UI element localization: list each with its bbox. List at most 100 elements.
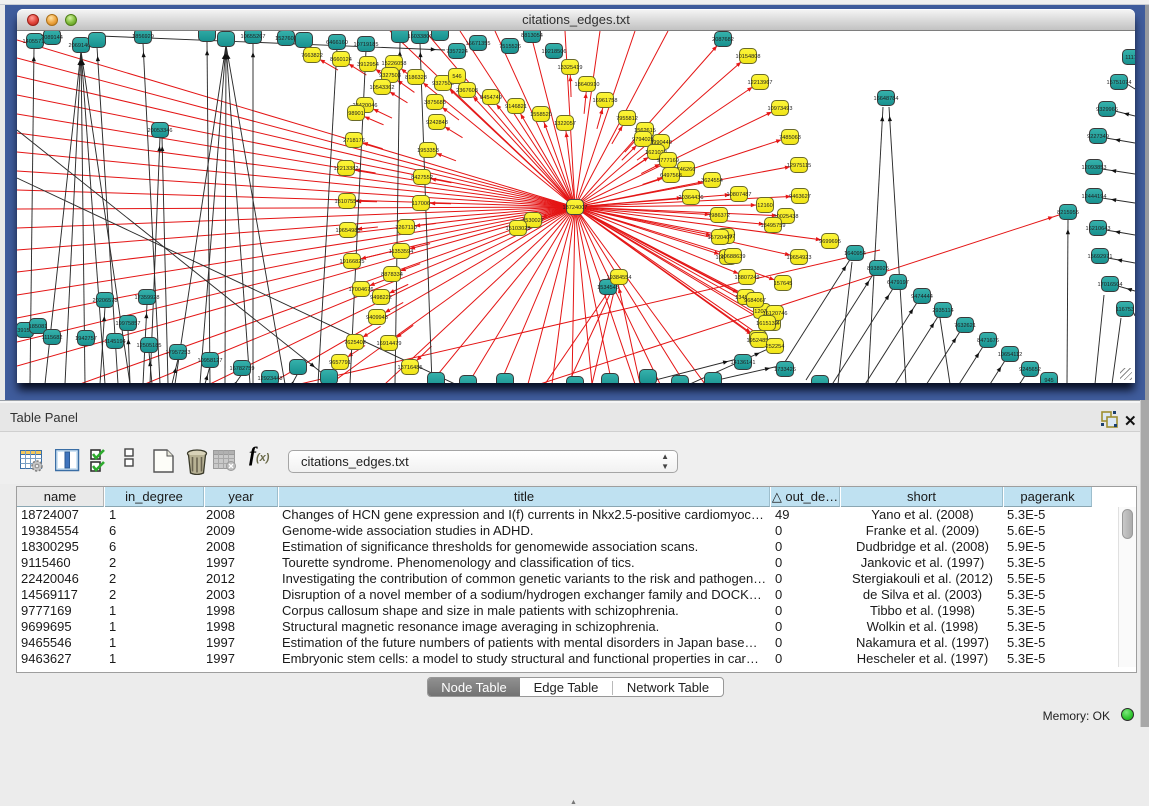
svg-text:17016504: 17016504 [1098,282,1123,288]
svg-text:19975857: 19975857 [116,321,141,327]
svg-text:2718176: 2718176 [343,138,365,144]
svg-text:17004676: 17004676 [349,287,374,293]
svg-text:9146821: 9146821 [505,104,527,110]
svg-text:3912954: 3912954 [357,62,379,68]
svg-text:7515526: 7515526 [499,44,521,50]
svg-text:8454749: 8454749 [480,95,502,101]
svg-text:1145194: 1145194 [104,339,125,345]
svg-text:6479197: 6479197 [887,280,909,286]
svg-text:15720407: 15720407 [708,235,733,241]
svg-text:12160: 12160 [757,203,773,209]
svg-text:1953353: 1953353 [417,148,439,154]
svg-text:8215955: 8215955 [1057,210,1079,216]
svg-text:9498222: 9498222 [370,295,392,301]
svg-text:20053346: 20053346 [148,128,173,134]
svg-text:20364436: 20364436 [679,195,704,201]
svg-text:9409948: 9409948 [366,315,388,321]
svg-text:12444194: 12444194 [1082,194,1107,200]
svg-text:9327503: 9327503 [379,73,401,79]
svg-text:8660124: 8660124 [330,57,352,63]
svg-text:19218506: 19218506 [542,49,567,55]
svg-text:10654112: 10654112 [998,352,1022,358]
svg-text:19166825: 19166825 [340,259,365,265]
svg-text:16210643: 16210643 [1086,226,1111,232]
svg-text:9245652: 9245652 [1019,367,1041,373]
svg-text:13716485: 13716485 [398,365,423,371]
svg-text:8878334: 8878334 [381,272,403,278]
svg-text:7485063: 7485063 [779,135,801,141]
svg-text:2087682: 2087682 [712,37,734,43]
svg-text:17957253: 17957253 [166,350,191,356]
svg-text:14136141: 14136141 [731,360,756,366]
svg-text:18807249: 18807249 [735,275,760,281]
svg-text:3875685: 3875685 [424,100,446,106]
svg-text:10807487: 10807487 [727,192,752,198]
svg-text:10973493: 10973493 [768,106,793,112]
svg-text:546: 546 [452,74,461,80]
svg-text:16782759: 16782759 [230,366,255,372]
svg-text:10958127: 10958127 [198,358,223,364]
svg-text:12093853: 12093853 [1082,165,1107,171]
svg-text:9684067: 9684067 [744,298,766,304]
svg-text:157645: 157645 [774,281,793,287]
svg-text:9699695: 9699695 [819,239,841,245]
svg-text:9463627: 9463627 [789,194,811,200]
svg-text:1322057: 1322057 [554,121,576,127]
svg-text:3267110: 3267110 [395,225,416,231]
svg-text:185081: 185081 [29,324,48,330]
svg-text:8813054: 8813054 [521,33,543,39]
svg-text:10543362: 10543362 [370,85,395,91]
svg-text:16671355: 16671355 [466,41,491,47]
svg-text:1117: 1117 [1125,55,1135,61]
svg-text:1115682: 1115682 [42,335,63,341]
svg-text:117006: 117006 [412,201,430,207]
svg-text:12213382: 12213382 [334,166,359,172]
svg-text:18107554: 18107554 [335,199,360,205]
svg-text:17359928: 17359928 [135,295,160,301]
svg-text:9329966: 9329966 [1096,107,1118,113]
svg-text:13325419: 13325419 [558,65,583,71]
svg-text:10655267: 10655267 [241,34,266,40]
svg-text:1527602: 1527602 [275,36,297,42]
svg-text:19654923: 19654923 [787,255,812,261]
svg-text:9227349: 9227349 [1087,134,1109,140]
svg-text:8471676: 8471676 [977,338,999,344]
svg-text:1534545: 1534545 [597,285,619,291]
svg-text:98901: 98901 [348,111,364,117]
svg-text:7663822: 7663822 [301,53,323,59]
svg-text:15103028: 15103028 [506,226,531,232]
svg-text:2089144: 2089144 [41,35,63,41]
svg-text:116753: 116753 [1116,307,1134,313]
svg-text:1558520: 1558520 [530,112,552,118]
svg-text:8427552: 8427552 [411,175,433,181]
svg-text:7632621: 7632621 [954,323,976,329]
svg-text:7955812: 7955812 [616,116,638,122]
svg-text:1856929: 1856929 [132,34,154,40]
svg-text:7357224: 7357224 [446,49,468,55]
svg-text:16961758: 16961758 [593,98,618,104]
svg-text:2935114: 2935114 [932,308,953,314]
svg-text:19654985: 19654985 [336,228,361,234]
svg-text:12975115: 12975115 [787,163,811,169]
svg-text:8938925: 8938925 [867,266,889,272]
svg-text:18724007: 18724007 [563,205,588,211]
svg-text:16033809: 16033809 [408,34,433,40]
svg-text:1615132: 1615132 [756,321,778,327]
svg-text:12923448: 12923448 [258,376,283,382]
svg-text:7986372: 7986372 [708,213,730,219]
svg-text:18640910: 18640910 [575,82,600,88]
svg-text:1942757: 1942757 [75,336,97,342]
svg-text:16914479: 16914479 [377,341,402,347]
svg-text:10719185: 10719185 [354,42,379,48]
svg-text:9794028: 9794028 [632,137,654,143]
svg-text:945: 945 [1044,378,1053,383]
svg-text:20206578: 20206578 [93,298,118,304]
svg-text:15692971: 15692971 [1088,254,1113,260]
svg-text:15226058: 15226058 [382,61,407,67]
svg-text:19384554: 19384554 [607,275,632,281]
svg-text:6466160: 6466160 [326,40,348,46]
svg-text:1640954: 1640954 [844,251,866,257]
svg-text:1733426: 1733426 [774,367,796,373]
svg-text:11353594: 11353594 [389,249,413,255]
svg-text:10154808: 10154808 [736,54,761,60]
